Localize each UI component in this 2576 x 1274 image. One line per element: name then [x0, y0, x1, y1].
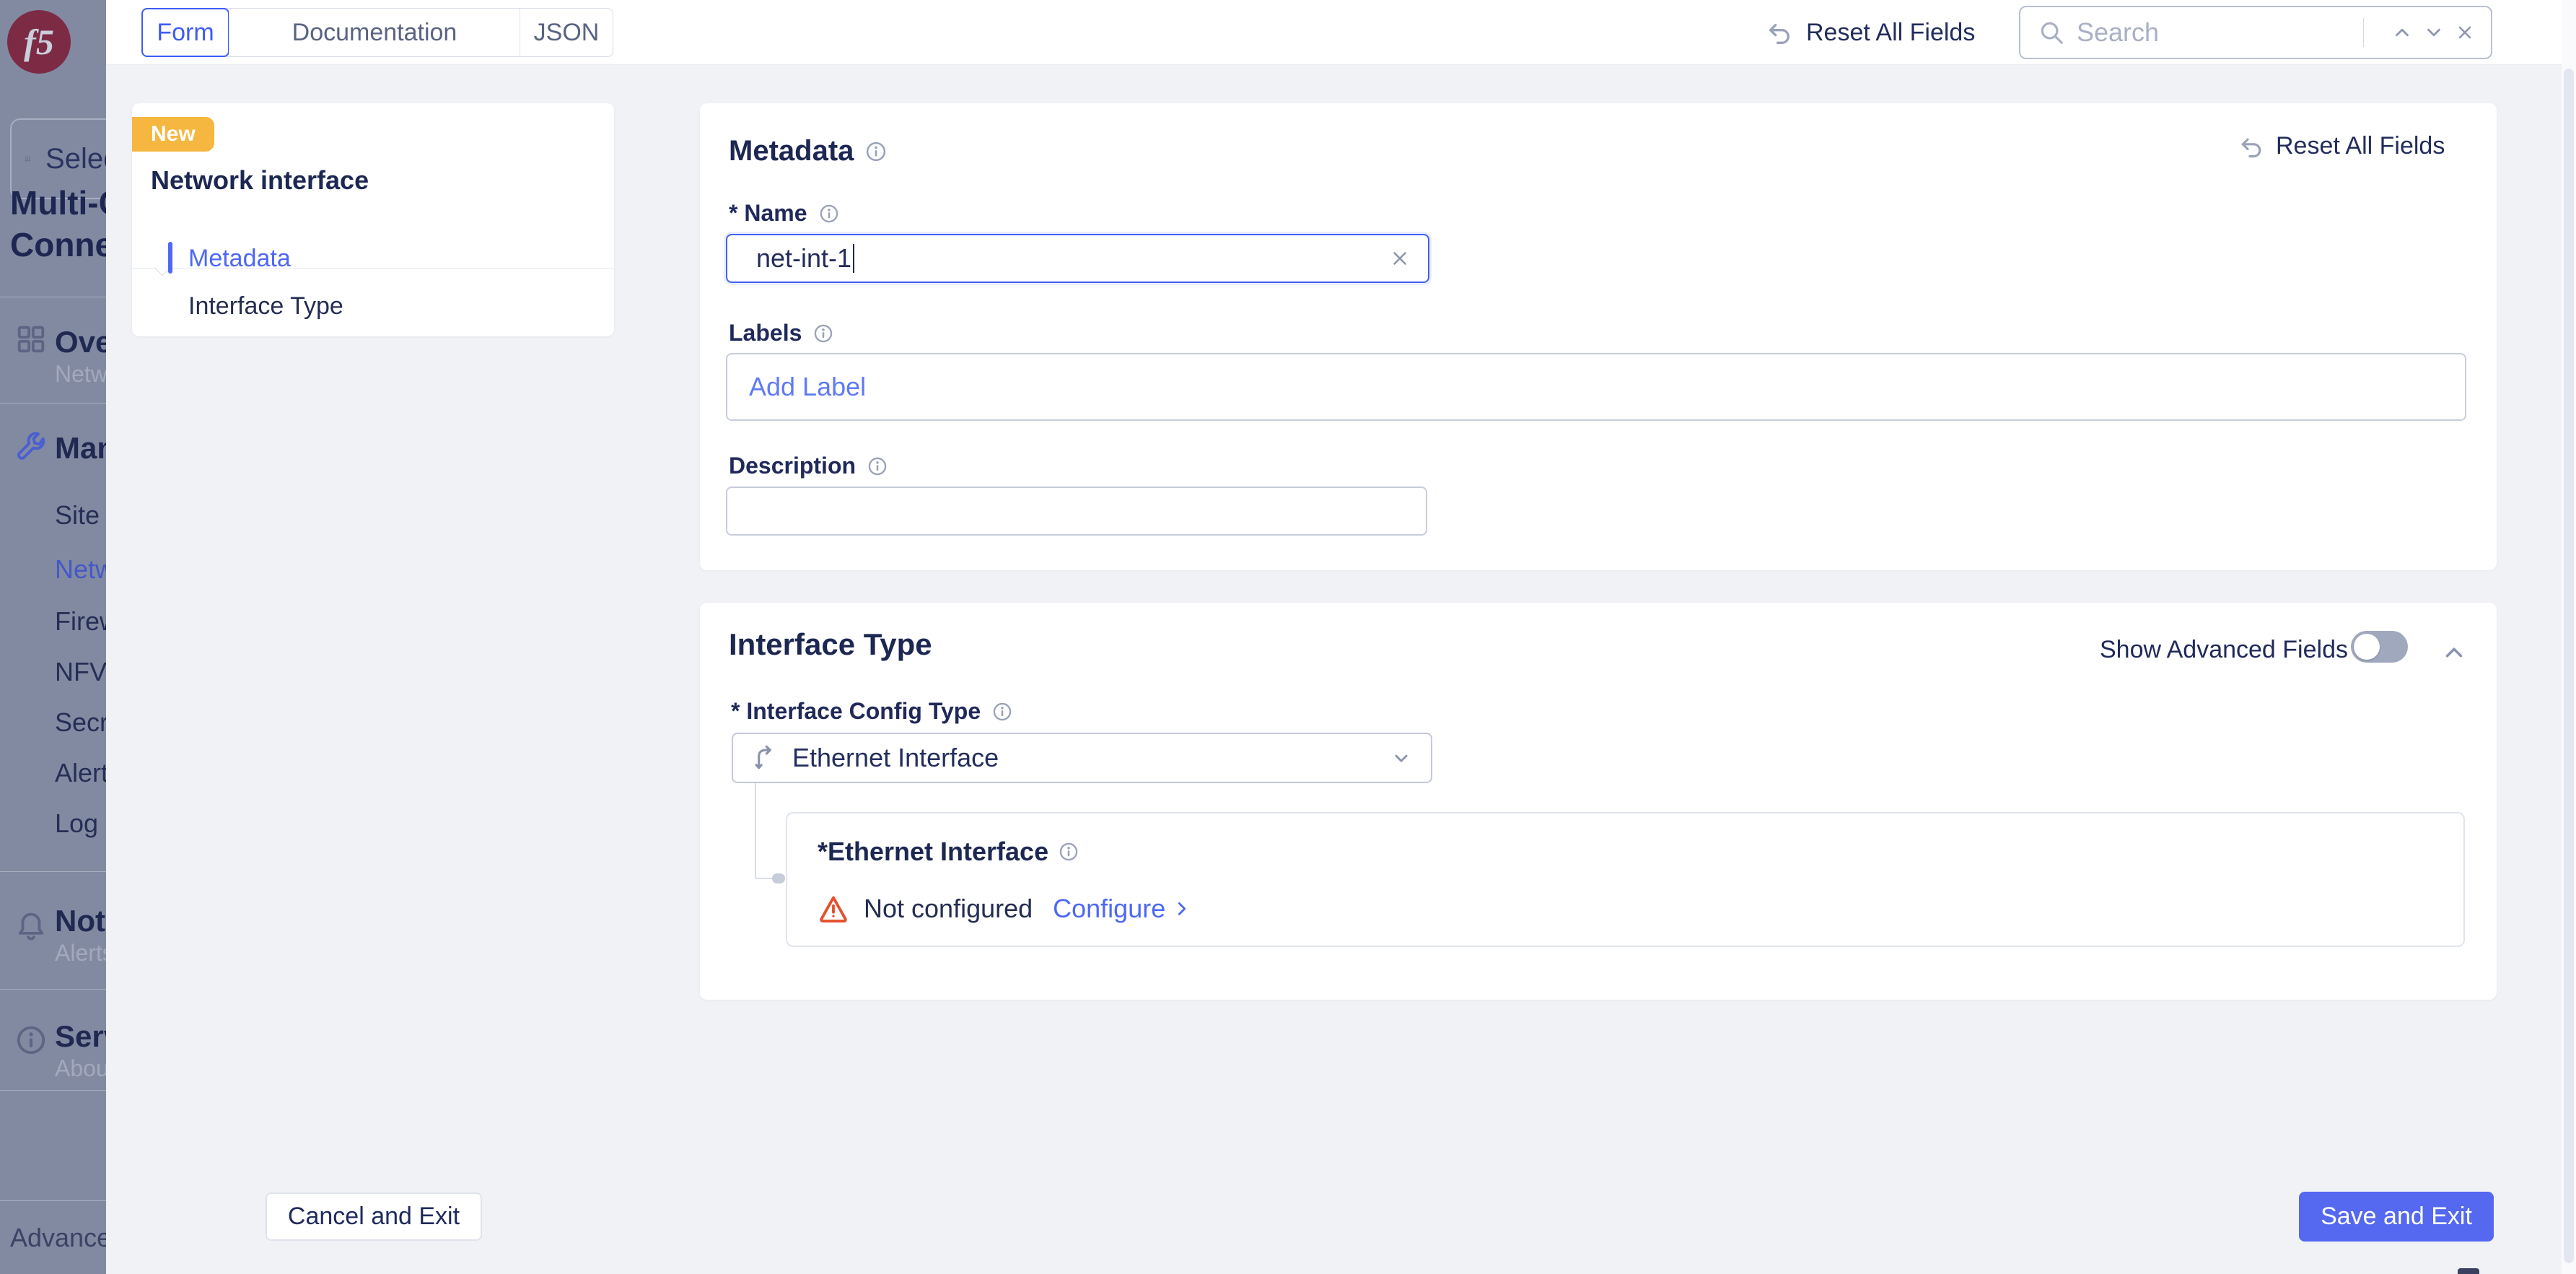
new-badge: New [132, 117, 214, 152]
active-section-indicator [168, 242, 172, 274]
labels-field-label: Labels [729, 320, 802, 346]
interface-type-card: Interface Type Show Advanced Fields * In… [700, 603, 2497, 1000]
ethernet-interface-heading: *Ethernet Interface [818, 837, 1048, 867]
ethernet-interface-panel: *Ethernet Interface Not configured Confi… [786, 812, 2465, 947]
sidebar-item-overview[interactable]: Overview [55, 325, 106, 359]
save-and-exit-button[interactable]: Save and Exit [2299, 1192, 2494, 1242]
not-configured-status: Not configured [864, 894, 1033, 924]
form-page-header: Form Documentation JSON Reset All Fields… [106, 0, 2576, 65]
sidebar-item-manage[interactable]: Manage [55, 431, 106, 466]
chevron-down-icon [1389, 746, 1414, 770]
search-close-icon[interactable] [2455, 22, 2475, 43]
form-title: Network interface [151, 165, 369, 196]
app-grid-icon [25, 138, 31, 180]
sidebar-item-log-management[interactable]: Log Management [55, 808, 106, 839]
chevron-right-icon [1171, 898, 1193, 920]
info-icon[interactable] [1059, 842, 1079, 862]
sidebar-item-notifications[interactable]: Notifications [55, 904, 106, 938]
select-service-label: Select service [45, 143, 106, 175]
search-placeholder: Search [2077, 17, 2363, 48]
toggle-knob [2354, 634, 2380, 660]
config-type-value: Ethernet Interface [792, 743, 999, 773]
tab-json[interactable]: JSON [520, 9, 613, 56]
connector-line-horizontal [755, 878, 774, 879]
sidebar-item-networking[interactable]: Networking [55, 554, 106, 585]
search-box[interactable]: Search [2019, 6, 2492, 59]
service-info-icon [14, 1024, 48, 1057]
sidebar-divider [0, 871, 106, 872]
sidebar-item-secrets[interactable]: Secrets Management [55, 707, 106, 738]
sidebar-item-site-management[interactable]: Site Management [55, 500, 106, 531]
info-icon[interactable] [865, 141, 887, 162]
text-caret [853, 244, 854, 273]
f5-logo: f5 [7, 10, 71, 74]
app-sidebar-dimmed: f5 Select service Multi-Cloud Network Co… [0, 0, 106, 1274]
info-icon[interactable] [867, 456, 888, 476]
search-icon [2038, 19, 2065, 46]
tab-form[interactable]: Form [141, 8, 229, 57]
card-reset-all-fields-button[interactable]: Reset All Fields [2238, 132, 2445, 160]
overview-icon [14, 323, 48, 356]
warning-icon [818, 893, 849, 925]
info-icon[interactable] [819, 204, 839, 224]
view-tabs: Form Documentation JSON [141, 8, 613, 57]
sidebar-item-nfv[interactable]: NFV [55, 657, 106, 687]
reset-icon [1766, 18, 1795, 47]
description-input[interactable] [726, 487, 1427, 536]
form-section-nav: New Network interface Metadata Interface… [132, 103, 614, 336]
info-icon[interactable] [992, 702, 1012, 722]
f5-logo-text: f5 [24, 21, 54, 63]
sidebar-item-service[interactable]: Service [55, 1019, 106, 1054]
header-reset-label: Reset All Fields [1806, 19, 1975, 47]
metadata-card: Metadata Reset All Fields * Name net-int… [700, 103, 2497, 570]
sidebar-divider [0, 989, 106, 990]
tab-documentation[interactable]: Documentation [229, 9, 520, 56]
clear-input-icon[interactable] [1389, 248, 1411, 269]
notifications-subtitle: Alerts [55, 940, 106, 967]
collapse-section-icon[interactable] [2440, 639, 2468, 666]
connector-line-vertical [755, 783, 756, 879]
add-label-button[interactable]: Add Label [749, 372, 866, 402]
branch-icon [750, 743, 779, 772]
labels-input[interactable]: Add Label [726, 353, 2466, 421]
sidebar-item-alerts[interactable]: Alerts [55, 758, 106, 788]
info-icon[interactable] [813, 323, 833, 344]
name-input-value: net-int-1 [756, 243, 851, 274]
network-interface-form-page: Form Documentation JSON Reset All Fields… [106, 0, 2576, 1274]
config-type-select[interactable]: Ethernet Interface [732, 733, 1432, 783]
show-advanced-fields-label: Show Advanced Fields [2100, 636, 2348, 664]
configure-link[interactable]: Configure [1053, 894, 1165, 924]
workspace-title: Multi-Cloud Network Connect [10, 182, 106, 266]
sidebar-divider [0, 1090, 106, 1091]
search-prev-icon[interactable] [2391, 22, 2413, 43]
overview-subtitle: Network overview [55, 361, 106, 388]
show-advanced-toggle[interactable] [2351, 631, 2408, 663]
notifications-bell-icon [14, 908, 48, 941]
search-divider [2363, 18, 2364, 47]
name-field-label: * Name [729, 200, 807, 227]
header-reset-all-fields-button[interactable]: Reset All Fields [1766, 0, 1975, 65]
metadata-heading: Metadata [729, 135, 854, 167]
nav-item-metadata[interactable]: Metadata [188, 245, 291, 273]
card-reset-label: Reset All Fields [2276, 132, 2445, 160]
reset-icon [2238, 133, 2266, 160]
scrollbar-thumb[interactable] [2564, 69, 2574, 1263]
advanced-nav-toggle[interactable]: Advanced [10, 1223, 106, 1253]
sidebar-divider [0, 1200, 106, 1201]
config-type-label: * Interface Config Type [731, 698, 981, 725]
description-field-label: Description [729, 453, 856, 479]
nav-item-interface-type[interactable]: Interface Type [188, 292, 343, 320]
sidebar-item-firewall[interactable]: Firewall [55, 606, 106, 637]
service-subtitle: About [55, 1055, 106, 1082]
name-input[interactable]: net-int-1 [726, 234, 1429, 283]
interface-type-heading: Interface Type [729, 627, 932, 662]
chat-widget-sliver [2458, 1268, 2479, 1274]
connector-dot [772, 873, 785, 883]
manage-wrench-icon [14, 430, 48, 463]
cancel-and-exit-button[interactable]: Cancel and Exit [266, 1192, 482, 1241]
search-next-icon[interactable] [2423, 22, 2445, 43]
